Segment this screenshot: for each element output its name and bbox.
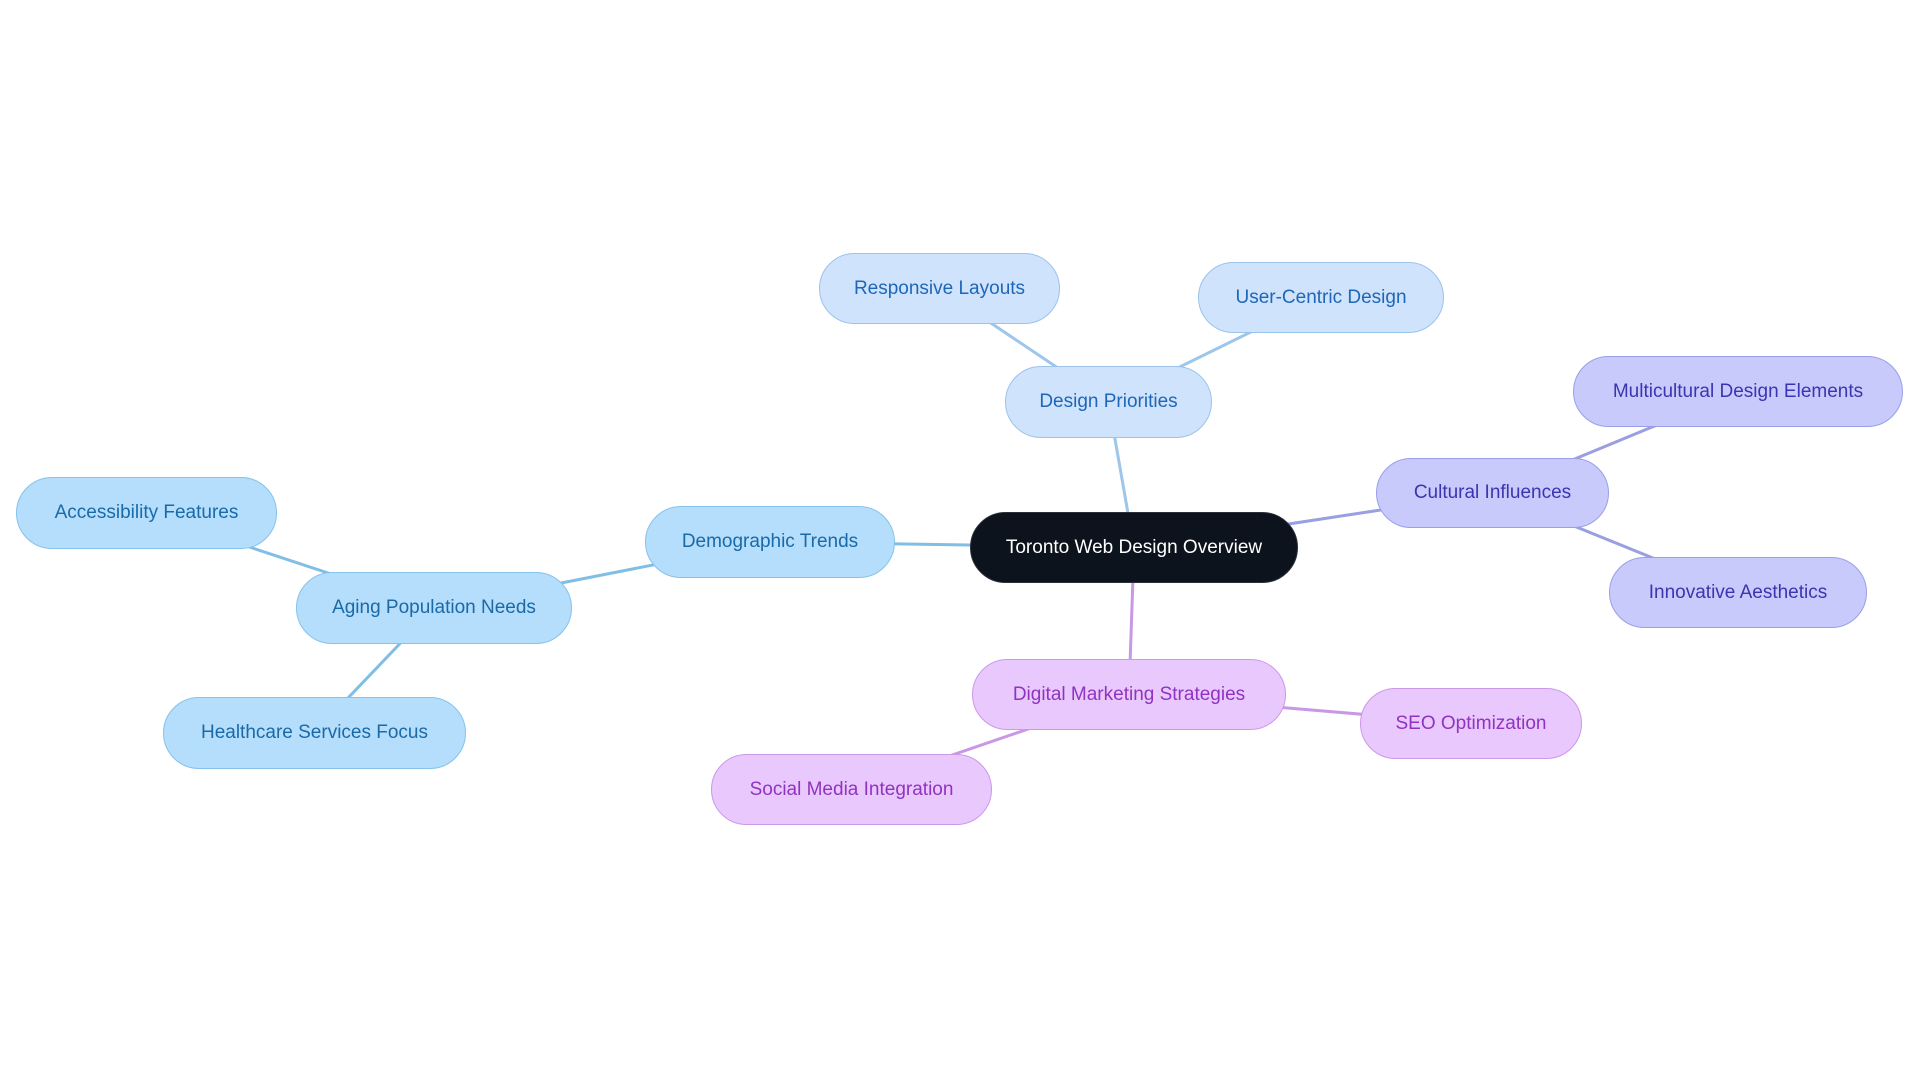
node-label: Aging Population Needs (332, 597, 536, 618)
node-responsive-layouts[interactable]: Responsive Layouts (819, 253, 1060, 324)
node-label: Innovative Aesthetics (1648, 581, 1828, 603)
node-digital-marketing-strategies[interactable]: Digital Marketing Strategies (972, 659, 1286, 730)
node-label: Toronto Web Design Overview (1005, 536, 1263, 558)
node-healthcare-services-focus[interactable]: Healthcare Services Focus (163, 697, 466, 769)
node-demographic-trends[interactable]: Demographic Trends (645, 506, 895, 578)
node-label: Demographic Trends (681, 531, 859, 552)
node-innovative-aesthetics[interactable]: Innovative Aesthetics (1609, 557, 1867, 628)
node-label: Digital Marketing Strategies (1012, 683, 1246, 705)
node-social-media-integration[interactable]: Social Media Integration (711, 754, 992, 825)
node-aging-population-needs[interactable]: Aging Population Needs (296, 572, 572, 644)
node-user-centric-design[interactable]: User-Centric Design (1198, 262, 1444, 333)
edges-layer (146, 287, 1739, 791)
node-label: Healthcare Services Focus (200, 722, 429, 743)
root-node[interactable]: Toronto Web Design Overview (970, 512, 1298, 583)
node-label: SEO Optimization (1395, 712, 1547, 734)
node-design-priorities[interactable]: Design Priorities (1005, 366, 1212, 438)
node-label: Accessibility Features (54, 502, 239, 523)
node-multicultural-design-elements[interactable]: Multicultural Design Elements (1573, 356, 1903, 427)
node-label: Cultural Influences (1413, 482, 1572, 503)
node-seo-optimization[interactable]: SEO Optimization (1360, 688, 1582, 759)
node-label: Responsive Layouts (853, 277, 1026, 299)
node-cultural-influences[interactable]: Cultural Influences (1376, 458, 1609, 528)
node-accessibility-features[interactable]: Accessibility Features (16, 477, 277, 549)
node-label: User-Centric Design (1235, 286, 1407, 308)
node-label: Design Priorities (1039, 391, 1178, 412)
node-label: Multicultural Design Elements (1612, 380, 1864, 402)
node-label: Social Media Integration (749, 778, 954, 800)
